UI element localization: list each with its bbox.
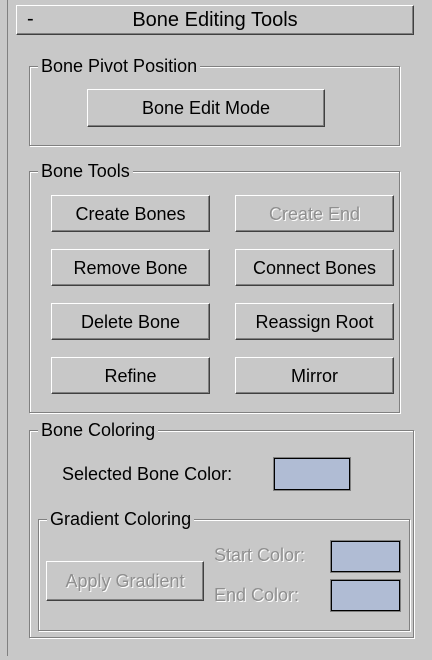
- create-end-button[interactable]: Create End: [235, 195, 394, 232]
- rollout-header-bone-editing-tools[interactable]: - Bone Editing Tools: [16, 5, 414, 35]
- start-color-swatch[interactable]: [331, 541, 400, 572]
- group-label-gradient-coloring: Gradient Coloring: [47, 507, 195, 531]
- mirror-button[interactable]: Mirror: [235, 357, 394, 394]
- end-color-label: End Color:: [214, 585, 300, 605]
- group-label-bone-coloring: Bone Coloring: [38, 418, 159, 442]
- end-color-swatch[interactable]: [331, 580, 400, 611]
- connect-bones-button[interactable]: Connect Bones: [235, 249, 394, 286]
- rollout-title: Bone Editing Tools: [132, 9, 298, 31]
- remove-bone-button[interactable]: Remove Bone: [51, 249, 210, 286]
- bone-edit-mode-button[interactable]: Bone Edit Mode: [87, 89, 325, 127]
- delete-bone-button[interactable]: Delete Bone: [51, 303, 210, 340]
- selected-bone-color-label: Selected Bone Color:: [62, 464, 233, 484]
- reassign-root-button[interactable]: Reassign Root: [235, 303, 394, 340]
- group-label-bone-pivot-position: Bone Pivot Position: [38, 54, 201, 78]
- start-color-label: Start Color:: [214, 545, 306, 565]
- group-label-bone-tools: Bone Tools: [38, 159, 133, 183]
- selected-bone-color-swatch[interactable]: [274, 458, 350, 490]
- apply-gradient-button[interactable]: Apply Gradient: [46, 561, 204, 601]
- create-bones-button[interactable]: Create Bones: [51, 195, 210, 232]
- refine-button[interactable]: Refine: [51, 357, 210, 394]
